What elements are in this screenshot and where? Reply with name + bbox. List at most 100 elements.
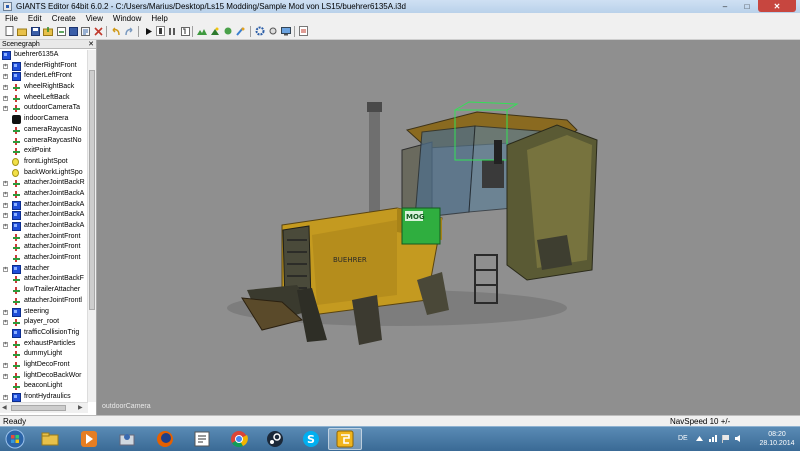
scenegraph-node[interactable]: frontLightSpot <box>0 157 88 168</box>
scenegraph-node[interactable]: + fenderRightFront <box>0 61 88 72</box>
file-explorer-icon[interactable] <box>33 428 67 450</box>
menu-file[interactable]: File <box>0 13 23 24</box>
skype-icon[interactable]: S <box>294 428 328 450</box>
user-app-icon[interactable] <box>110 428 144 450</box>
terrain-icon[interactable] <box>197 26 207 36</box>
snap-icon[interactable] <box>180 26 190 36</box>
expand-icon[interactable]: + <box>3 63 8 69</box>
scenegraph-node[interactable]: backWorkLightSpo <box>0 168 88 179</box>
minimize-button[interactable]: – <box>714 0 736 12</box>
scenegraph-node[interactable]: trafficCollisionTrig <box>0 328 88 339</box>
volume-icon[interactable] <box>734 434 743 443</box>
select-icon[interactable] <box>155 26 165 36</box>
open-folder-icon[interactable] <box>17 26 27 36</box>
scenegraph-node[interactable]: + player_root <box>0 317 88 328</box>
gear-icon[interactable] <box>255 26 265 36</box>
scenegraph-node[interactable]: attacherJointFrontl <box>0 296 88 307</box>
scenegraph-node[interactable]: + lightDecoBackWor <box>0 371 88 382</box>
scenegraph-node[interactable]: cameraRaycastNo <box>0 136 88 147</box>
expand-icon[interactable]: + <box>3 191 8 197</box>
menu-view[interactable]: View <box>81 13 108 24</box>
expand-icon[interactable]: + <box>3 106 8 112</box>
monitor-icon[interactable] <box>281 26 291 36</box>
export-icon[interactable] <box>56 26 66 36</box>
scenegraph-node[interactable]: attacherJointFront <box>0 253 88 264</box>
3d-viewport[interactable]: BUEHRER MOG outdoorCamera <box>97 40 800 415</box>
giants-editor-app-icon[interactable] <box>3 2 12 11</box>
foliage-icon[interactable] <box>223 26 233 36</box>
menu-edit[interactable]: Edit <box>23 13 47 24</box>
expand-icon[interactable]: + <box>3 320 8 326</box>
scenegraph-node[interactable]: lowTrailerAttacher <box>0 285 88 296</box>
brush-icon[interactable] <box>236 26 246 36</box>
menu-window[interactable]: Window <box>108 13 146 24</box>
scenegraph-node[interactable]: cameraRaycastNo <box>0 125 88 136</box>
settings-icon[interactable] <box>268 26 278 36</box>
undo-icon[interactable] <box>111 26 121 36</box>
media-player-icon[interactable] <box>72 428 106 450</box>
editor-app-icon[interactable] <box>185 428 219 450</box>
scenegraph-node[interactable]: + steering <box>0 307 88 318</box>
scenegraph-node[interactable]: + outdoorCameraTa <box>0 103 88 114</box>
pause-icon[interactable] <box>167 26 177 36</box>
expand-icon[interactable]: + <box>3 362 8 368</box>
expand-icon[interactable]: + <box>3 181 8 187</box>
scenegraph-node[interactable]: + attacherJointBackA <box>0 210 88 221</box>
delete-icon[interactable] <box>93 26 103 36</box>
chrome-icon[interactable] <box>222 428 256 450</box>
expand-icon[interactable]: + <box>3 224 8 229</box>
scenegraph-node[interactable]: + fenderLeftFront <box>0 71 88 82</box>
taskbar-clock[interactable]: 08:20 28.10.2014 <box>755 430 799 448</box>
maximize-button[interactable]: □ <box>736 0 758 12</box>
menu-create[interactable]: Create <box>47 13 81 24</box>
report-icon[interactable] <box>298 26 308 36</box>
expand-icon[interactable]: + <box>3 85 8 91</box>
network-icon[interactable] <box>708 434 717 443</box>
scrollbar-thumb[interactable] <box>89 70 95 310</box>
scenegraph-node[interactable]: buehrer6135A <box>0 50 88 61</box>
flag-icon[interactable] <box>721 434 730 443</box>
scenegraph-node[interactable]: + wheelLeftBack <box>0 93 88 104</box>
scenegraph-node[interactable]: + attacher <box>0 264 88 275</box>
expand-icon[interactable]: + <box>3 266 8 272</box>
scenegraph-node[interactable]: exitPoint <box>0 146 88 157</box>
scenegraph-node[interactable]: + attacherJointBackA <box>0 221 88 232</box>
scenegraph-node[interactable]: indoorCamera <box>0 114 88 125</box>
scenegraph-node[interactable]: + lightDecoFront <box>0 360 88 371</box>
start-orb-icon[interactable] <box>2 428 28 450</box>
firefox-icon[interactable] <box>148 428 182 450</box>
scenegraph-node[interactable]: + wheelRightBack <box>0 82 88 93</box>
expand-icon[interactable]: + <box>3 202 8 208</box>
scenegraph-node[interactable]: + exhaustParticles <box>0 339 88 350</box>
scrollbar-thumb[interactable] <box>11 405 66 411</box>
scenegraph-node[interactable]: attacherJointFront <box>0 242 88 253</box>
scenegraph-node[interactable]: + attacherJointBackA <box>0 189 88 200</box>
expand-icon[interactable]: + <box>3 213 8 219</box>
scenegraph-node[interactable]: beaconLight <box>0 381 88 392</box>
scenegraph-node[interactable]: + attacherJointBackR <box>0 178 88 189</box>
close-button[interactable]: ✕ <box>758 0 796 12</box>
scenegraph-node[interactable]: + frontHydraulics <box>0 392 88 402</box>
menu-help[interactable]: Help <box>146 13 172 24</box>
expand-icon[interactable]: + <box>3 309 8 315</box>
redo-icon[interactable] <box>124 26 134 36</box>
paint-icon[interactable] <box>210 26 220 36</box>
scenegraph-node[interactable]: + attacherJointBackA <box>0 200 88 211</box>
giants-editor-icon[interactable] <box>328 428 362 450</box>
expand-icon[interactable]: + <box>3 373 8 379</box>
steam-icon[interactable] <box>258 428 292 450</box>
save-all-icon[interactable] <box>68 26 78 36</box>
scenegraph-node[interactable]: dummyLight <box>0 349 88 360</box>
expand-icon[interactable]: + <box>3 74 8 80</box>
new-file-icon[interactable] <box>4 26 14 36</box>
keyboard-language[interactable]: DE <box>678 435 688 442</box>
scenegraph-node[interactable]: attacherJointFront <box>0 232 88 243</box>
expand-icon[interactable]: + <box>3 395 8 400</box>
save-icon[interactable] <box>30 26 40 36</box>
expand-icon[interactable]: + <box>3 341 8 347</box>
scenegraph-horizontal-scrollbar[interactable]: ◀ ▶ <box>0 402 88 413</box>
properties-icon[interactable] <box>80 26 90 36</box>
scenegraph-close-button[interactable]: ✕ <box>88 40 94 49</box>
tray-arrow-icon[interactable] <box>695 434 704 443</box>
expand-icon[interactable]: + <box>3 95 8 101</box>
